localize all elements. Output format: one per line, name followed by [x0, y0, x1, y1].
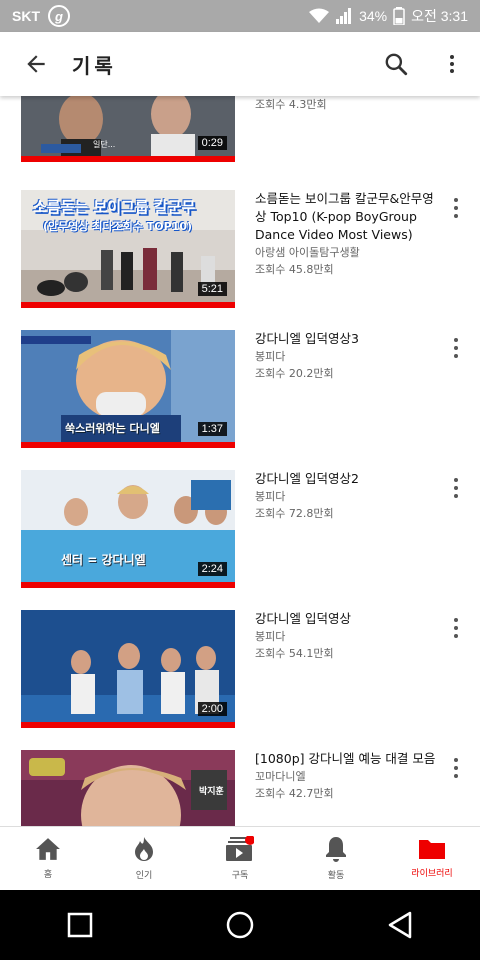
- video-title[interactable]: [1080p] 강다니엘 예능 대결 모음: [255, 750, 440, 768]
- thumbnail-image: [21, 96, 235, 162]
- nav-trending-label: 인기: [135, 871, 153, 881]
- bell-icon: [326, 837, 346, 862]
- recents-icon[interactable]: [67, 912, 93, 938]
- wifi-icon: [309, 8, 330, 23]
- nav-trending[interactable]: 인기: [96, 827, 192, 890]
- history-list: 일단... 0:29 조회수 4.3만회 소름돋는 보이그룹 칼군무 (안무영상…: [0, 96, 480, 826]
- thumbnail-caption: 쑥스러워하는 다니엘: [65, 422, 160, 435]
- video-duration: 5:21: [197, 282, 227, 296]
- video-views: 조회수 72.8만회: [255, 507, 334, 520]
- list-item[interactable]: 일단... 0:29 조회수 4.3만회: [0, 96, 480, 184]
- carrier-badge: g: [48, 5, 70, 27]
- nav-activity-label: 활동: [327, 871, 345, 881]
- item-more-button[interactable]: [446, 196, 466, 220]
- thumbnail-title-line1: 소름돋는 보이그룹 칼군무: [33, 198, 196, 216]
- video-title[interactable]: 강다니엘 입덕영상2: [255, 470, 440, 488]
- watched-progress-bar: [21, 582, 235, 588]
- home-icon: [36, 838, 60, 860]
- video-thumbnail[interactable]: 일단... 0:29: [21, 96, 235, 162]
- nav-home-label: 홈: [43, 870, 53, 880]
- subscriptions-icon: [226, 836, 254, 861]
- video-duration: 0:29: [197, 136, 227, 150]
- signal-icon: [336, 8, 352, 24]
- back-button[interactable]: [0, 32, 72, 96]
- video-duration: 2:24: [197, 562, 227, 576]
- thumbnail-caption: 박지훈: [199, 787, 224, 797]
- item-more-button[interactable]: [446, 476, 466, 500]
- more-vert-icon: [450, 55, 454, 73]
- nav-activity[interactable]: 활동: [288, 827, 384, 890]
- watched-progress-bar: [21, 442, 235, 448]
- more-options-button[interactable]: [424, 36, 480, 92]
- thumbnail-title-line2: (안무영상 최다조회수 TOP10): [43, 220, 193, 233]
- nav-home[interactable]: 홈: [0, 827, 96, 890]
- video-channel: 봉피다: [255, 490, 286, 503]
- arrow-left-icon: [27, 55, 45, 73]
- home-circle-icon[interactable]: [226, 911, 254, 939]
- video-channel: 봉피다: [255, 350, 286, 363]
- back-triangle-icon[interactable]: [387, 911, 413, 939]
- watched-progress-bar: [21, 156, 235, 162]
- video-thumbnail[interactable]: 소름돋는 보이그룹 칼군무 (안무영상 최다조회수 TOP10) 5:21: [21, 190, 235, 308]
- page-title: 기록: [72, 53, 117, 78]
- list-item[interactable]: 박지훈 [1080p] 강다니엘 예능 대결 모음 꼬마다니엘 조회수 42.7…: [0, 750, 480, 826]
- status-bar: SKT g 34% 오전 3:31: [0, 0, 480, 32]
- video-views: 조회수 42.7만회: [255, 787, 334, 800]
- video-views: 조회수 54.1만회: [255, 647, 334, 660]
- watched-progress-bar: [21, 722, 235, 728]
- search-button[interactable]: [368, 36, 424, 92]
- nav-library-label: 라이브러리: [411, 869, 453, 879]
- battery-icon: [393, 7, 405, 25]
- video-views: 조회수 4.3만회: [255, 98, 327, 111]
- video-title[interactable]: 소름돋는 보이그룹 칼군무&안무영상 Top10 (K-pop BoyGroup…: [255, 190, 440, 244]
- folder-icon: [419, 840, 445, 859]
- video-duration: 1:37: [197, 422, 227, 436]
- thumbnail-caption: 일단...: [93, 140, 116, 149]
- fire-icon: [135, 837, 153, 861]
- item-more-button[interactable]: [446, 336, 466, 360]
- video-thumbnail[interactable]: 2:00: [21, 610, 235, 728]
- carrier-name: SKT: [12, 8, 40, 24]
- app-bar: 기록: [0, 32, 480, 96]
- list-item[interactable]: 센터 = 강다니엘 2:24 강다니엘 입덕영상2 봉피다 조회수 72.8만회: [0, 470, 480, 610]
- video-thumbnail[interactable]: 쑥스러워하는 다니엘 1:37: [21, 330, 235, 448]
- video-channel: 아랑샘 아이돌탐구생활: [255, 246, 360, 259]
- list-item[interactable]: 소름돋는 보이그룹 칼군무 (안무영상 최다조회수 TOP10) 5:21 소름…: [0, 190, 480, 330]
- nav-subscriptions[interactable]: 구독: [192, 827, 288, 890]
- item-more-button[interactable]: [446, 616, 466, 640]
- video-thumbnail[interactable]: 센터 = 강다니엘 2:24: [21, 470, 235, 588]
- search-icon: [385, 53, 408, 76]
- nav-library[interactable]: 라이브러리: [384, 827, 480, 890]
- video-channel: 꼬마다니엘: [255, 770, 306, 783]
- battery-percent: 34%: [359, 8, 388, 24]
- list-item[interactable]: 쑥스러워하는 다니엘 1:37 강다니엘 입덕영상3 봉피다 조회수 20.2만…: [0, 330, 480, 470]
- nav-subscriptions-label: 구독: [231, 871, 249, 881]
- thumbnail-caption: 센터 = 강다니엘: [61, 553, 146, 567]
- bottom-navigation: 홈 인기 구독 활동 라이브러리: [0, 826, 480, 890]
- video-title[interactable]: 강다니엘 입덕영상: [255, 610, 440, 628]
- video-duration: 2:00: [197, 702, 227, 716]
- video-thumbnail[interactable]: 박지훈: [21, 750, 235, 826]
- clock: 오전 3:31: [411, 8, 468, 24]
- video-views: 조회수 20.2만회: [255, 367, 334, 380]
- item-more-button[interactable]: [446, 756, 466, 780]
- system-navigation-bar: [0, 890, 480, 960]
- video-title[interactable]: 강다니엘 입덕영상3: [255, 330, 440, 348]
- list-item[interactable]: 2:00 강다니엘 입덕영상 봉피다 조회수 54.1만회: [0, 610, 480, 750]
- watched-progress-bar: [21, 302, 235, 308]
- video-channel: 봉피다: [255, 630, 286, 643]
- video-views: 조회수 45.8만회: [255, 263, 334, 276]
